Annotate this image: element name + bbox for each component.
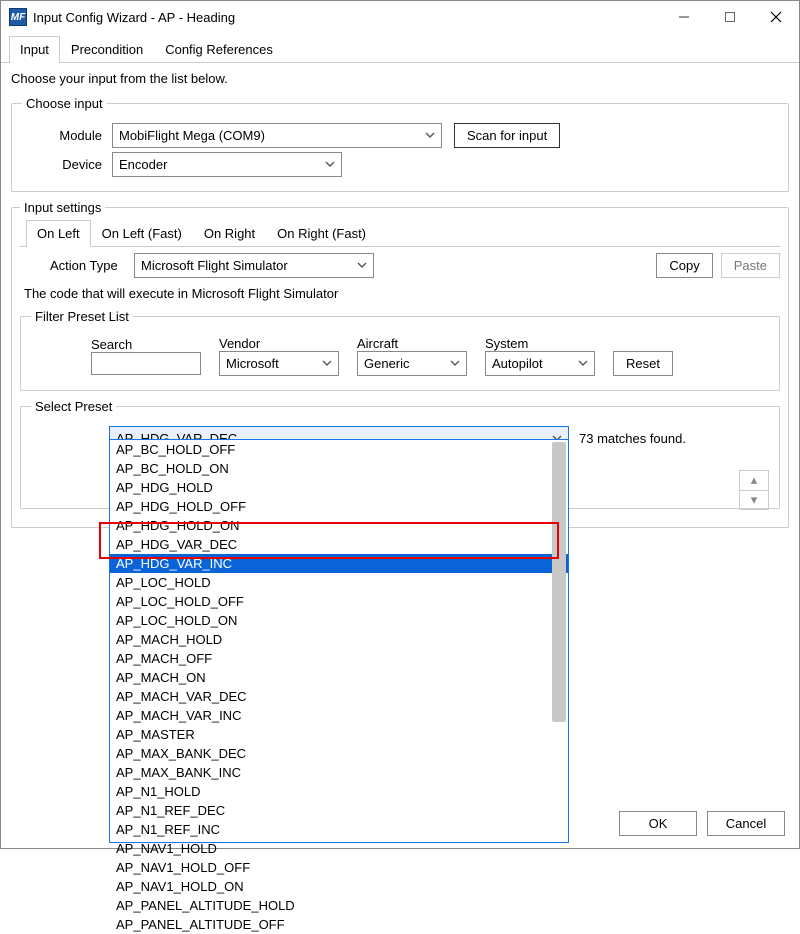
app-window: MF Input Config Wizard - AP - Heading In… [0, 0, 800, 849]
chevron-down-icon [425, 128, 435, 143]
system-label: System [485, 336, 595, 351]
module-combo[interactable]: MobiFlight Mega (COM9) [112, 123, 442, 148]
vendor-value: Microsoft [226, 356, 279, 371]
system-value: Autopilot [492, 356, 543, 371]
preset-option[interactable]: AP_HDG_VAR_INC [110, 554, 568, 573]
close-button[interactable] [753, 1, 799, 33]
chevron-down-icon [325, 157, 335, 172]
dialog-buttons: OK Cancel [619, 811, 785, 836]
tab-precondition[interactable]: Precondition [60, 36, 154, 63]
chevron-down-icon [357, 258, 367, 273]
aircraft-label: Aircraft [357, 336, 467, 351]
module-label: Module [22, 128, 112, 143]
chevron-down-icon [450, 356, 460, 371]
main-tabs: Input Precondition Config References [1, 35, 799, 63]
instruction-text: Choose your input from the list below. [11, 71, 789, 86]
preset-option[interactable]: AP_MACH_VAR_INC [110, 706, 568, 725]
titlebar: MF Input Config Wizard - AP - Heading [1, 1, 799, 33]
preset-option[interactable]: AP_HDG_HOLD_OFF [110, 497, 568, 516]
app-icon: MF [9, 8, 27, 26]
vendor-label: Vendor [219, 336, 339, 351]
action-type-label: Action Type [50, 258, 128, 273]
copy-button[interactable]: Copy [656, 253, 712, 278]
choose-input-group: Choose input Module MobiFlight Mega (COM… [11, 96, 789, 192]
preset-option[interactable]: AP_MACH_HOLD [110, 630, 568, 649]
vendor-combo[interactable]: Microsoft [219, 351, 339, 376]
choose-input-legend: Choose input [22, 96, 107, 111]
window-controls [661, 1, 799, 33]
tab-on-left-fast[interactable]: On Left (Fast) [91, 220, 193, 247]
preset-option[interactable]: AP_NAV1_HOLD_OFF [110, 858, 568, 877]
paste-button[interactable]: Paste [721, 253, 780, 278]
ok-button[interactable]: OK [619, 811, 697, 836]
reset-button[interactable]: Reset [613, 351, 673, 376]
tab-config-references[interactable]: Config References [154, 36, 284, 63]
search-label: Search [91, 337, 201, 352]
preset-option[interactable]: AP_HDG_HOLD [110, 478, 568, 497]
preset-option[interactable]: AP_N1_HOLD [110, 782, 568, 801]
device-value: Encoder [119, 157, 167, 172]
value-stepper[interactable]: ▴ ▾ [739, 470, 769, 510]
select-preset-legend: Select Preset [31, 399, 116, 414]
preset-option[interactable]: AP_LOC_HOLD_ON [110, 611, 568, 630]
preset-option[interactable]: AP_HDG_VAR_DEC [110, 535, 568, 554]
preset-option[interactable]: AP_N1_REF_DEC [110, 801, 568, 820]
preset-option[interactable]: AP_LOC_HOLD [110, 573, 568, 592]
window-title: Input Config Wizard - AP - Heading [33, 10, 661, 25]
preset-option[interactable]: AP_N1_REF_INC [110, 820, 568, 839]
preset-option[interactable]: AP_MACH_ON [110, 668, 568, 687]
chevron-down-icon [578, 356, 588, 371]
exec-description: The code that will execute in Microsoft … [24, 286, 780, 301]
preset-dropdown-list[interactable]: AP_BC_HOLD_OFFAP_BC_HOLD_ONAP_HDG_HOLDAP… [109, 439, 569, 843]
action-type-combo[interactable]: Microsoft Flight Simulator [134, 253, 374, 278]
chevron-up-icon[interactable]: ▴ [740, 471, 768, 491]
tab-on-right[interactable]: On Right [193, 220, 266, 247]
preset-option[interactable]: AP_MAX_BANK_INC [110, 763, 568, 782]
preset-option[interactable]: AP_LOC_HOLD_OFF [110, 592, 568, 611]
tab-on-right-fast[interactable]: On Right (Fast) [266, 220, 377, 247]
preset-option[interactable]: AP_MAX_BANK_DEC [110, 744, 568, 763]
scrollbar-thumb[interactable] [552, 442, 566, 722]
chevron-down-icon[interactable]: ▾ [740, 491, 768, 510]
preset-option[interactable]: AP_PANEL_ALTITUDE_HOLD [110, 896, 568, 915]
preset-option[interactable]: AP_BC_HOLD_ON [110, 459, 568, 478]
system-combo[interactable]: Autopilot [485, 351, 595, 376]
event-tabs: On Left On Left (Fast) On Right On Right… [20, 219, 780, 247]
maximize-button[interactable] [707, 1, 753, 33]
scan-for-input-button[interactable]: Scan for input [454, 123, 560, 148]
filter-preset-group: Filter Preset List Search Vendor Microso… [20, 309, 780, 391]
preset-option[interactable]: AP_MACH_OFF [110, 649, 568, 668]
search-input[interactable] [91, 352, 201, 375]
filter-preset-legend: Filter Preset List [31, 309, 133, 324]
input-settings-legend: Input settings [20, 200, 105, 215]
module-value: MobiFlight Mega (COM9) [119, 128, 265, 143]
chevron-down-icon [322, 356, 332, 371]
preset-option[interactable]: AP_MASTER [110, 725, 568, 744]
preset-option[interactable]: AP_PANEL_ALTITUDE_OFF [110, 915, 568, 934]
matches-count: 73 matches found. [579, 431, 686, 446]
preset-option[interactable]: AP_HDG_HOLD_ON [110, 516, 568, 535]
device-label: Device [22, 157, 112, 172]
cancel-button[interactable]: Cancel [707, 811, 785, 836]
tab-on-left[interactable]: On Left [26, 220, 91, 247]
tab-input[interactable]: Input [9, 36, 60, 63]
aircraft-combo[interactable]: Generic [357, 351, 467, 376]
preset-option[interactable]: AP_BC_HOLD_OFF [110, 440, 568, 459]
preset-option[interactable]: AP_NAV1_HOLD_ON [110, 877, 568, 896]
aircraft-value: Generic [364, 356, 410, 371]
device-combo[interactable]: Encoder [112, 152, 342, 177]
action-type-value: Microsoft Flight Simulator [141, 258, 288, 273]
minimize-button[interactable] [661, 1, 707, 33]
preset-option[interactable]: AP_MACH_VAR_DEC [110, 687, 568, 706]
